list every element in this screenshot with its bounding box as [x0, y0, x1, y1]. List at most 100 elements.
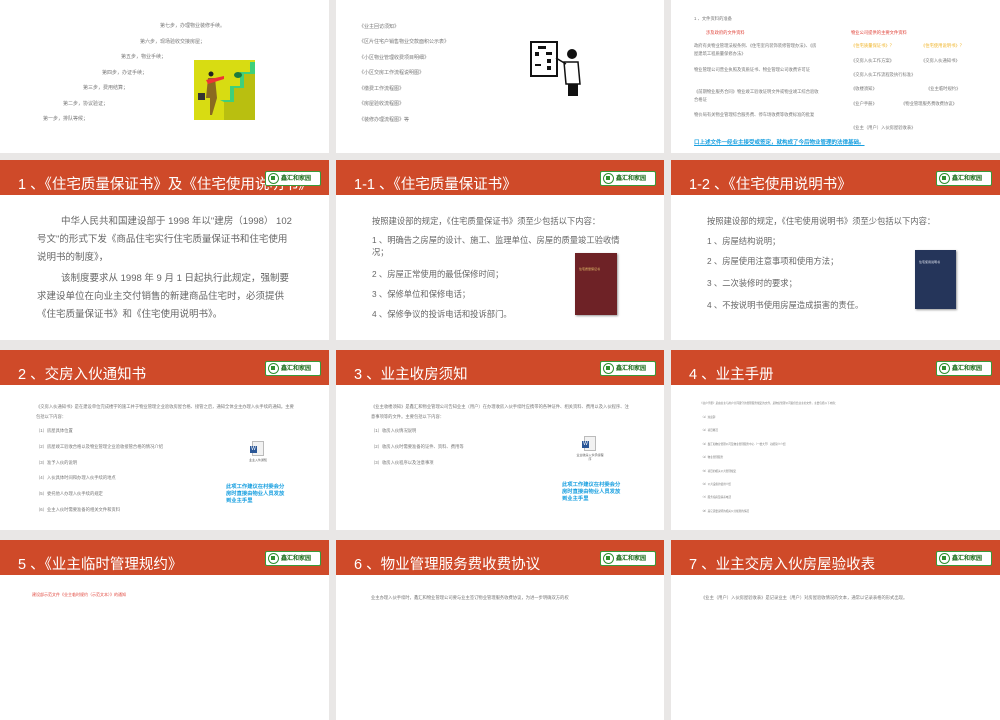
- right-item: 《业主临时规约》: [926, 86, 961, 91]
- logo-text: 鑫汇和家园: [281, 175, 312, 182]
- note-text: 此项工作建议在村委会分房时直接由物业人员发放到业主手里: [226, 484, 285, 504]
- slide-title: 6 、物业管理服务费收费协议: [354, 557, 541, 573]
- logo-text: 鑫汇和家园: [952, 365, 983, 372]
- slide-header: 1-1 、《住宅质量保证书》 鑫汇和家园: [336, 160, 664, 195]
- slide-thumbnail-fee-agreement[interactable]: 6 、物业管理服务费收费协议 鑫汇和家园 业主办理入伙手续时，鑫汇和物业管理公司…: [336, 540, 664, 720]
- file-label: 业主入伙通知: [248, 458, 267, 462]
- slide-thumbnail-move-in-notice[interactable]: 2 、交房入伙通知书 鑫汇和家园 《交房入伙通知书》是在建设单位完成楼宇的施工并…: [0, 350, 329, 530]
- paragraph: 该制度要求从 1998 年 9 月 1 日起执行此规定，强制要求建设单位在向业主…: [37, 273, 290, 320]
- step-text: 第六步，现场验收交接房屋；: [140, 39, 206, 45]
- house-logo-icon: [603, 363, 614, 374]
- file-label: 业主收房入伙手续程序: [576, 453, 604, 461]
- house-logo-icon: [268, 553, 279, 564]
- blue-book-image: 住宅使用说明书: [915, 250, 956, 309]
- slide-title: 7 、业主交房入伙房屋验收表: [689, 557, 876, 573]
- list-item: 4 、不按说明书使用房屋造成损害的责任。: [707, 300, 864, 310]
- doc-item: 《小区交房工作流程说明图》: [359, 70, 425, 76]
- slide-header: 5 、《业主临时管理规约》 鑫汇和家园: [0, 540, 329, 575]
- right-item: 《交房入伙通知书》: [921, 58, 960, 63]
- step-text: 第三步，费用结算；: [83, 85, 129, 91]
- company-logo: 鑫汇和家园: [600, 361, 656, 376]
- slide-thumbnail-file-preparation[interactable]: 1 、文件资料的准备 涉及政府的文件资料 政府有关物业管理法规条例、《住宅室内装…: [671, 0, 1000, 153]
- list-item: （2）收房入伙时需要准备的证件、资料、费用等: [371, 444, 464, 449]
- slide-thumbnail-steps[interactable]: 第七步，办理物业装修手续。 第六步，现场验收交接房屋； 第五步，物业手续； 第四…: [0, 0, 329, 153]
- body-text: 建设部示范文件《业主临时规约（示范文本）》的通知: [32, 592, 126, 597]
- slide-thumbnail-temporary-rules[interactable]: 5 、《业主临时管理规约》 鑫汇和家园 建设部示范文件《业主临时规约（示范文本）…: [0, 540, 329, 720]
- book-title: 住宅使用说明书: [919, 260, 941, 264]
- slide-header: 1-2 、《住宅使用说明书》 鑫汇和家园: [671, 160, 1000, 195]
- slide-thumbnail-quality-guarantee[interactable]: 1-1 、《住宅质量保证书》 鑫汇和家园 按照建设部的规定，《住宅质量保证书》须…: [336, 160, 664, 340]
- company-logo: 鑫汇和家园: [265, 551, 321, 566]
- logo-text: 鑫汇和家园: [952, 175, 983, 182]
- list-item: （3）收房入伙程序以及注意事项: [371, 460, 434, 465]
- step-text: 第七步，办理物业装修手续。: [160, 23, 226, 29]
- list-item: （5）项目的相关公共管理规定: [701, 470, 737, 473]
- list-item: （8）其它需要说明的相关公共规则的情况: [701, 510, 750, 513]
- house-logo-icon: [939, 173, 950, 184]
- slide-header: 1 、《住宅质量保证书》及《住宅使用说明书》 鑫汇和家园: [0, 160, 329, 195]
- stairs-clipart-icon: [194, 60, 255, 120]
- list-item: （6）业主入伙时需要准备的相关文件和资料: [36, 507, 121, 512]
- list-item: （3）鑫汇和物业管理公司及物业管理服务中心（一楼大厅）功能简介介绍: [701, 443, 786, 446]
- slide-thumbnail-certificates[interactable]: 1 、《住宅质量保证书》及《住宅使用说明书》 鑫汇和家园 中华人民共和国建设部于…: [0, 160, 329, 340]
- doc-item: 《缴费工作流程图》: [359, 86, 405, 92]
- list-item: （4）物业管理服务: [701, 456, 724, 459]
- house-logo-icon: [268, 363, 279, 374]
- intro-text: 《交房入伙通知书》是在建设单位完成楼宇的施工并于物业管理企业验收房屋合格、接管之…: [36, 404, 294, 419]
- right-item: 《交房入伙工作流程及执行标准》: [851, 72, 916, 77]
- logo-text: 鑫汇和家园: [616, 175, 647, 182]
- presenter-flowchart-icon: [530, 41, 581, 96]
- company-logo: 鑫汇和家园: [936, 171, 992, 186]
- logo-text: 鑫汇和家园: [952, 555, 983, 562]
- footer-note: 口上述文件一经业主接受或签定，就构成了今后物业管理的法律基础。: [694, 140, 865, 146]
- logo-text: 鑫汇和家园: [616, 365, 647, 372]
- word-document-icon[interactable]: W 业主收房入伙手续程序: [576, 436, 604, 464]
- slide-title: 1-1 、《住宅质量保证书》: [354, 177, 517, 193]
- left-item: 物业管理公司营业执照及资质证书、物业管理公司收费许可证: [694, 67, 811, 72]
- list-item: 2 、房屋使用注意事项和使用方法；: [707, 256, 839, 266]
- step-text: 第五步，物业手续；: [121, 54, 167, 60]
- doc-item: 《区片住宅户销售物业交款面积公示表》: [359, 39, 450, 45]
- list-item: 2 、房屋正常使用的最低保修时间；: [372, 269, 504, 279]
- list-item: （2）项目概况: [701, 429, 719, 432]
- right-item: 《住宅使用说明书》？: [921, 43, 964, 48]
- slide-header: 7 、业主交房入伙房屋验收表 鑫汇和家园: [671, 540, 1000, 575]
- right-item: 《业户手册》: [851, 101, 877, 106]
- list-item: （5）委托他人办理入伙手续的规定: [36, 491, 103, 496]
- slide-title: 2 、交房入伙通知书: [18, 367, 147, 383]
- doc-item: 《业主回访须知》: [359, 24, 400, 30]
- doc-item: 《装修办理流程图》等: [359, 117, 410, 123]
- doc-item: 《房屋验收流程图》: [359, 101, 405, 107]
- right-item: 《物业管理服务费收费协议》: [901, 101, 957, 106]
- house-logo-icon: [603, 173, 614, 184]
- list-item: （1）房屋具体位置: [36, 428, 73, 433]
- note-text: 此项工作建议在村委会分房时直接由物业人员发放到业主手里: [562, 482, 621, 502]
- right-item: 《交房入伙工作方案》: [851, 58, 894, 63]
- list-item: 3 、二次装修时的要求；: [707, 278, 797, 288]
- slide-thumbnail-inspection-form[interactable]: 7 、业主交房入伙房屋验收表 鑫汇和家园 《业主（用户）入伙房屋验收表》是记录业…: [671, 540, 1000, 720]
- intro-text: 按照建设部的规定，《住宅质量保证书》须至少包括以下内容：: [372, 216, 601, 226]
- list-item: 1 、房屋结构说明；: [707, 236, 781, 246]
- company-logo: 鑫汇和家园: [936, 551, 992, 566]
- slide-thumbnail-usage-manual[interactable]: 1-2 、《住宅使用说明书》 鑫汇和家园 按照建设部的规定，《住宅使用说明书》须…: [671, 160, 1000, 340]
- slide-thumbnail-owner-notice[interactable]: 3 、业主收房须知 鑫汇和家园 《业主收楼须知》是鑫汇和物业管理公司告知业主（用…: [336, 350, 664, 530]
- left-column-title: 涉及政府的文件资料: [706, 30, 745, 35]
- word-document-icon[interactable]: W 业主入伙通知: [248, 441, 268, 469]
- slide-header: 2 、交房入伙通知书 鑫汇和家园: [0, 350, 329, 385]
- slide-thumbnail-documents[interactable]: 《业主回访须知》 《区片住宅户销售物业交款面积公示表》 《小区物业管理收费项目明…: [336, 0, 664, 153]
- right-column-title: 物业公司提供的主要文件资料: [851, 30, 907, 35]
- company-logo: 鑫汇和家园: [600, 551, 656, 566]
- intro-text: 按照建设部的规定，《住宅使用说明书》须至少包括以下内容：: [707, 216, 936, 226]
- house-logo-icon: [939, 363, 950, 374]
- paragraph: 中华人民共和国建设部于 1998 年以"建房（1998） 102 号文"的形式下…: [37, 216, 292, 263]
- intro-text: 《业户手册》是由业主与用户共同遵守的管理服务规定的文件，是物业管理公司提供给业主…: [700, 402, 838, 405]
- section-heading: 1 、文件资料的准备: [694, 16, 732, 21]
- logo-text: 鑫汇和家园: [281, 555, 312, 562]
- slide-thumbnail-owner-handbook[interactable]: 4 、业主手册 鑫汇和家园 《业户手册》是由业主与用户共同遵守的管理服务规定的文…: [671, 350, 1000, 530]
- list-item: （4）入伙具体时间和办理入伙手续的地点: [36, 475, 116, 480]
- logo-text: 鑫汇和家园: [281, 365, 312, 372]
- slide-header: 4 、业主手册 鑫汇和家园: [671, 350, 1000, 385]
- house-logo-icon: [268, 173, 279, 184]
- list-item: 4 、保修争议的投诉电话和投诉部门。: [372, 309, 512, 319]
- intro-text: 《业主收楼须知》是鑫汇和物业管理公司告知业主（用户）在办理收房入伙手续时应携带的…: [371, 404, 629, 419]
